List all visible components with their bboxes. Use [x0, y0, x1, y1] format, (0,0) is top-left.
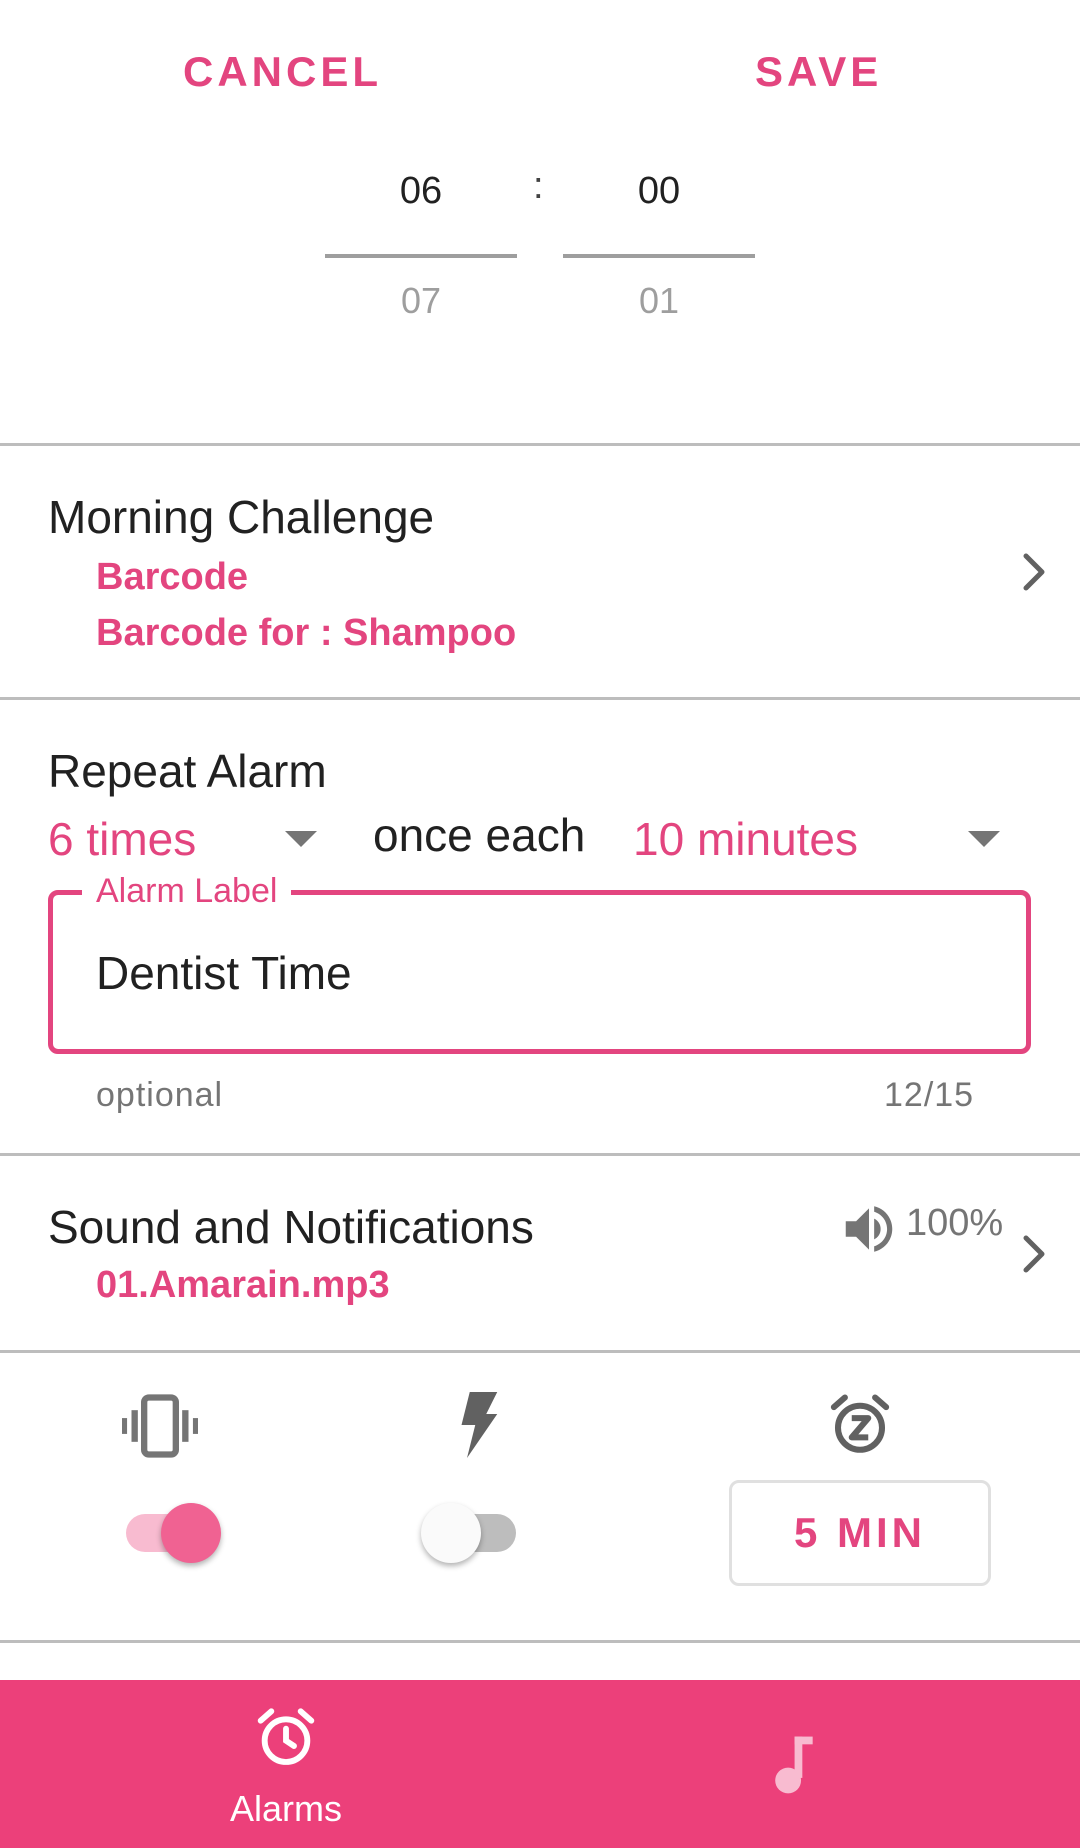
divider: [0, 443, 1080, 446]
nav-alarms[interactable]: Alarms: [16, 1680, 556, 1848]
nav-music[interactable]: [540, 1680, 1080, 1848]
save-button[interactable]: SAVE: [755, 48, 882, 96]
dropdown-caret-icon: [968, 831, 1000, 847]
top-bar: CANCEL SAVE: [0, 0, 1080, 140]
divider: [0, 1640, 1080, 1643]
snooze-icon: [830, 1394, 890, 1453]
hour-next[interactable]: 07: [325, 280, 517, 322]
chevron-right-icon: [1023, 553, 1045, 591]
bottom-navigation: Alarms: [0, 1680, 1080, 1848]
repeat-interval-value: 10 minutes: [633, 813, 859, 865]
minute-next[interactable]: 01: [563, 280, 755, 322]
challenge-type: Barcode: [96, 556, 249, 598]
minute-current[interactable]: 00: [563, 160, 755, 222]
cancel-button[interactable]: CANCEL: [183, 48, 382, 96]
repeat-connector: once each: [373, 809, 586, 861]
hour-current[interactable]: 06: [325, 160, 517, 222]
minute-picker[interactable]: 00 01: [563, 150, 755, 322]
music-note-icon: [775, 1736, 813, 1794]
hour-picker[interactable]: 06 07: [325, 150, 517, 322]
vibration-icon: [122, 1394, 198, 1458]
chevron-right-icon: [1023, 1235, 1045, 1273]
divider: [0, 1350, 1080, 1353]
alarm-label-input[interactable]: [96, 946, 976, 1000]
snooze-duration-button[interactable]: 5 MIN: [729, 1480, 991, 1586]
challenge-title: Morning Challenge: [48, 491, 435, 543]
alarm-clock-icon: [257, 1708, 315, 1765]
minute-selection-line: [563, 254, 755, 258]
volume-icon: [845, 1206, 893, 1252]
repeat-times-value: 6 times: [48, 813, 197, 865]
alarm-label-counter: 12/15: [884, 1076, 975, 1114]
vibration-toggle-knob: [161, 1503, 221, 1563]
nav-alarms-label: Alarms: [229, 1788, 342, 1829]
sound-title: Sound and Notifications: [48, 1201, 534, 1253]
challenge-detail: Barcode for : Shampoo: [96, 612, 517, 654]
divider: [0, 697, 1080, 700]
alarm-label-helper: optional: [96, 1076, 224, 1114]
volume-level: 100%: [906, 1202, 1004, 1244]
flash-toggle-knob: [421, 1503, 481, 1563]
repeat-title: Repeat Alarm: [48, 745, 327, 797]
flash-icon: [461, 1392, 498, 1458]
divider: [0, 1153, 1080, 1156]
sound-file: 01.Amarain.mp3: [96, 1264, 390, 1306]
alarm-label-legend: Alarm Label: [82, 872, 292, 911]
hour-selection-line: [325, 254, 517, 258]
dropdown-caret-icon: [285, 831, 317, 847]
time-separator: :: [533, 165, 544, 207]
